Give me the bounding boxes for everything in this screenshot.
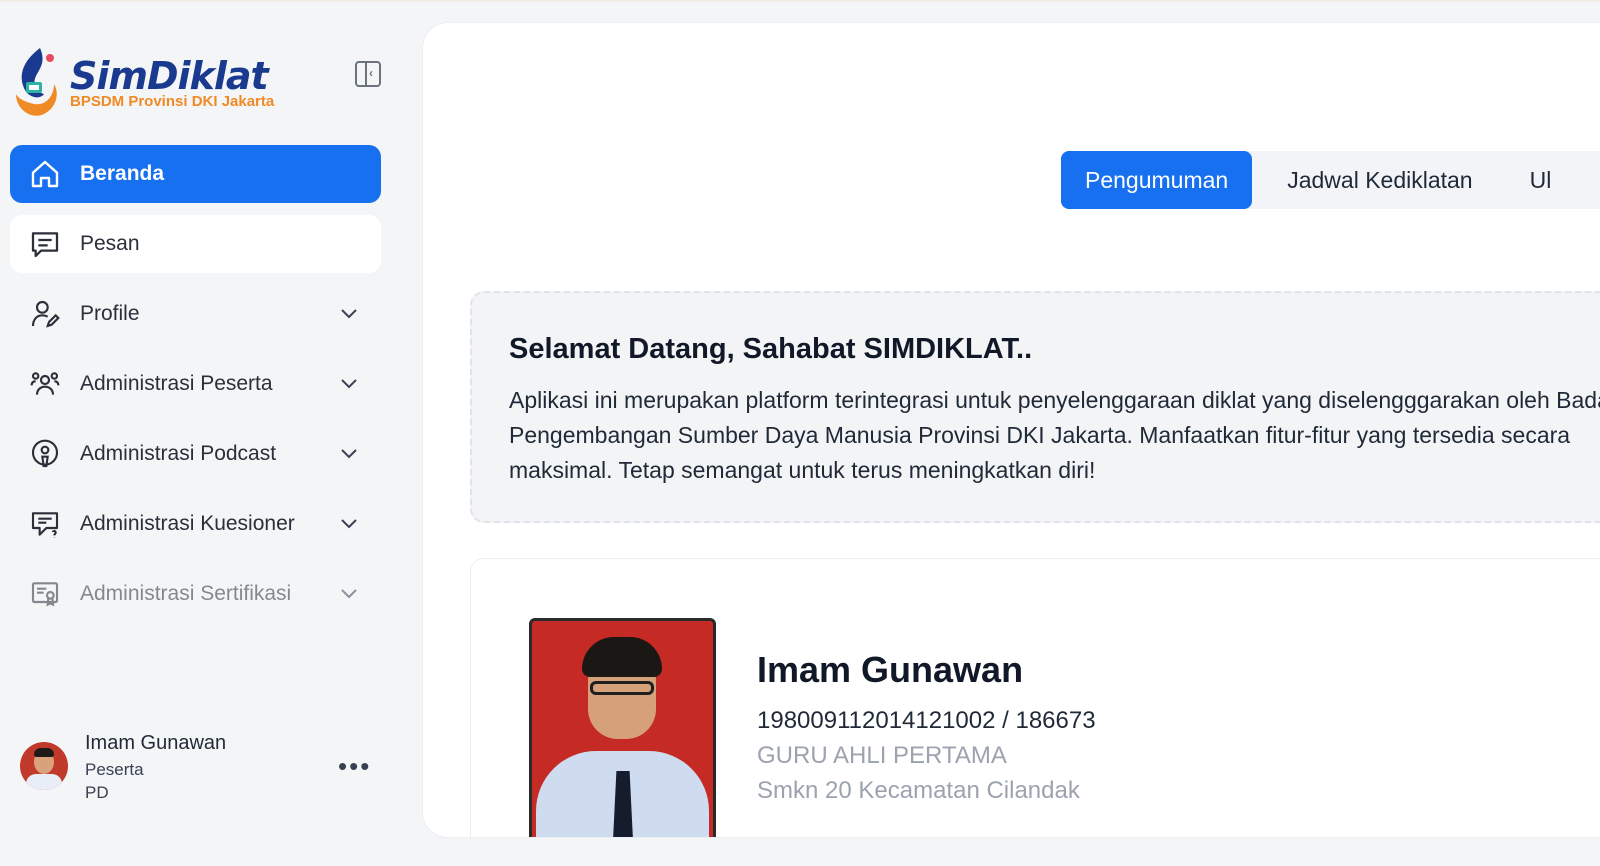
- more-options-icon[interactable]: •••: [338, 753, 371, 779]
- chevron-down-icon[interactable]: [339, 373, 359, 393]
- sidebar-item-administrasi-peserta[interactable]: Administrasi Peserta: [10, 355, 381, 413]
- profile-position: GURU AHLI PERTAMA: [757, 742, 1007, 769]
- main-panel: Pengumuman Jadwal Kediklatan Ul Selamat …: [422, 22, 1600, 838]
- profile-photo: [529, 618, 716, 837]
- logo-subtitle: BPSDM Provinsi DKI Jakarta: [70, 93, 275, 110]
- welcome-card: Selamat Datang, Sahabat SIMDIKLAT.. Apli…: [470, 291, 1600, 523]
- sidebar-item-administrasi-podcast[interactable]: Administrasi Podcast: [10, 425, 381, 483]
- sidebar-item-administrasi-kuesioner[interactable]: Administrasi Kuesioner: [10, 495, 381, 553]
- profile-id: 198009112014121002 / 186673: [757, 707, 1096, 734]
- app-logo[interactable]: SimDiklat BPSDM Provinsi DKI Jakarta: [10, 44, 274, 122]
- sidebar-collapse-icon[interactable]: ‹: [355, 61, 381, 87]
- tab-bar: Pengumuman Jadwal Kediklatan Ul: [1061, 151, 1600, 209]
- sidebar-item-label: Pesan: [80, 232, 140, 255]
- user-role: Peserta: [85, 760, 144, 779]
- users-group-icon: [28, 367, 62, 401]
- sidebar-item-administrasi-sertifikasi[interactable]: Administrasi Sertifikasi: [10, 565, 381, 623]
- welcome-body: Aplikasi ini merupakan platform terinteg…: [509, 387, 1600, 483]
- user-profile-menu[interactable]: Imam Gunawan Peserta PD •••: [20, 730, 380, 810]
- chevron-down-icon[interactable]: [339, 513, 359, 533]
- tab-third[interactable]: Ul: [1508, 151, 1552, 209]
- tab-pengumuman[interactable]: Pengumuman: [1061, 151, 1253, 209]
- sidebar-item-label: Beranda: [80, 162, 165, 185]
- user-name: Imam Gunawan: [85, 732, 227, 754]
- message-icon: [28, 227, 62, 261]
- sidebar-item-beranda[interactable]: Beranda: [10, 145, 381, 203]
- profile-name: Imam Gunawan: [757, 649, 1024, 690]
- logo-mark-icon: [16, 48, 57, 116]
- sidebar-item-pesan[interactable]: Pesan: [10, 215, 381, 273]
- tab-jadwal-kediklatan[interactable]: Jadwal Kediklatan: [1252, 151, 1507, 209]
- avatar: [20, 742, 68, 790]
- user-unit: PD: [85, 783, 109, 802]
- podcast-icon: [28, 437, 62, 471]
- profile-school: Smkn 20 Kecamatan Cilandak: [757, 777, 1080, 804]
- sidebar: SimDiklat BPSDM Provinsi DKI Jakarta ‹ B…: [0, 0, 420, 866]
- profile-card: Imam Gunawan 198009112014121002 / 186673…: [470, 558, 1600, 837]
- sidebar-item-label: Administrasi Peserta: [80, 372, 273, 395]
- questionnaire-icon: [28, 507, 62, 541]
- certificate-icon: [28, 577, 62, 611]
- welcome-title: Selamat Datang, Sahabat SIMDIKLAT..: [509, 333, 1033, 365]
- sidebar-item-label: Administrasi Kuesioner: [80, 512, 295, 535]
- sidebar-item-label: Administrasi Podcast: [80, 442, 277, 465]
- sidebar-item-label: Administrasi Sertifikasi: [80, 582, 292, 605]
- chevron-down-icon[interactable]: [339, 583, 359, 603]
- sidebar-item-profile[interactable]: Profile: [10, 285, 381, 343]
- home-icon: [28, 157, 62, 191]
- chevron-down-icon[interactable]: [339, 443, 359, 463]
- sidebar-item-label: Profile: [80, 302, 140, 325]
- logo-title: SimDiklat: [70, 54, 269, 98]
- user-edit-icon: [28, 297, 62, 331]
- chevron-down-icon[interactable]: [339, 303, 359, 323]
